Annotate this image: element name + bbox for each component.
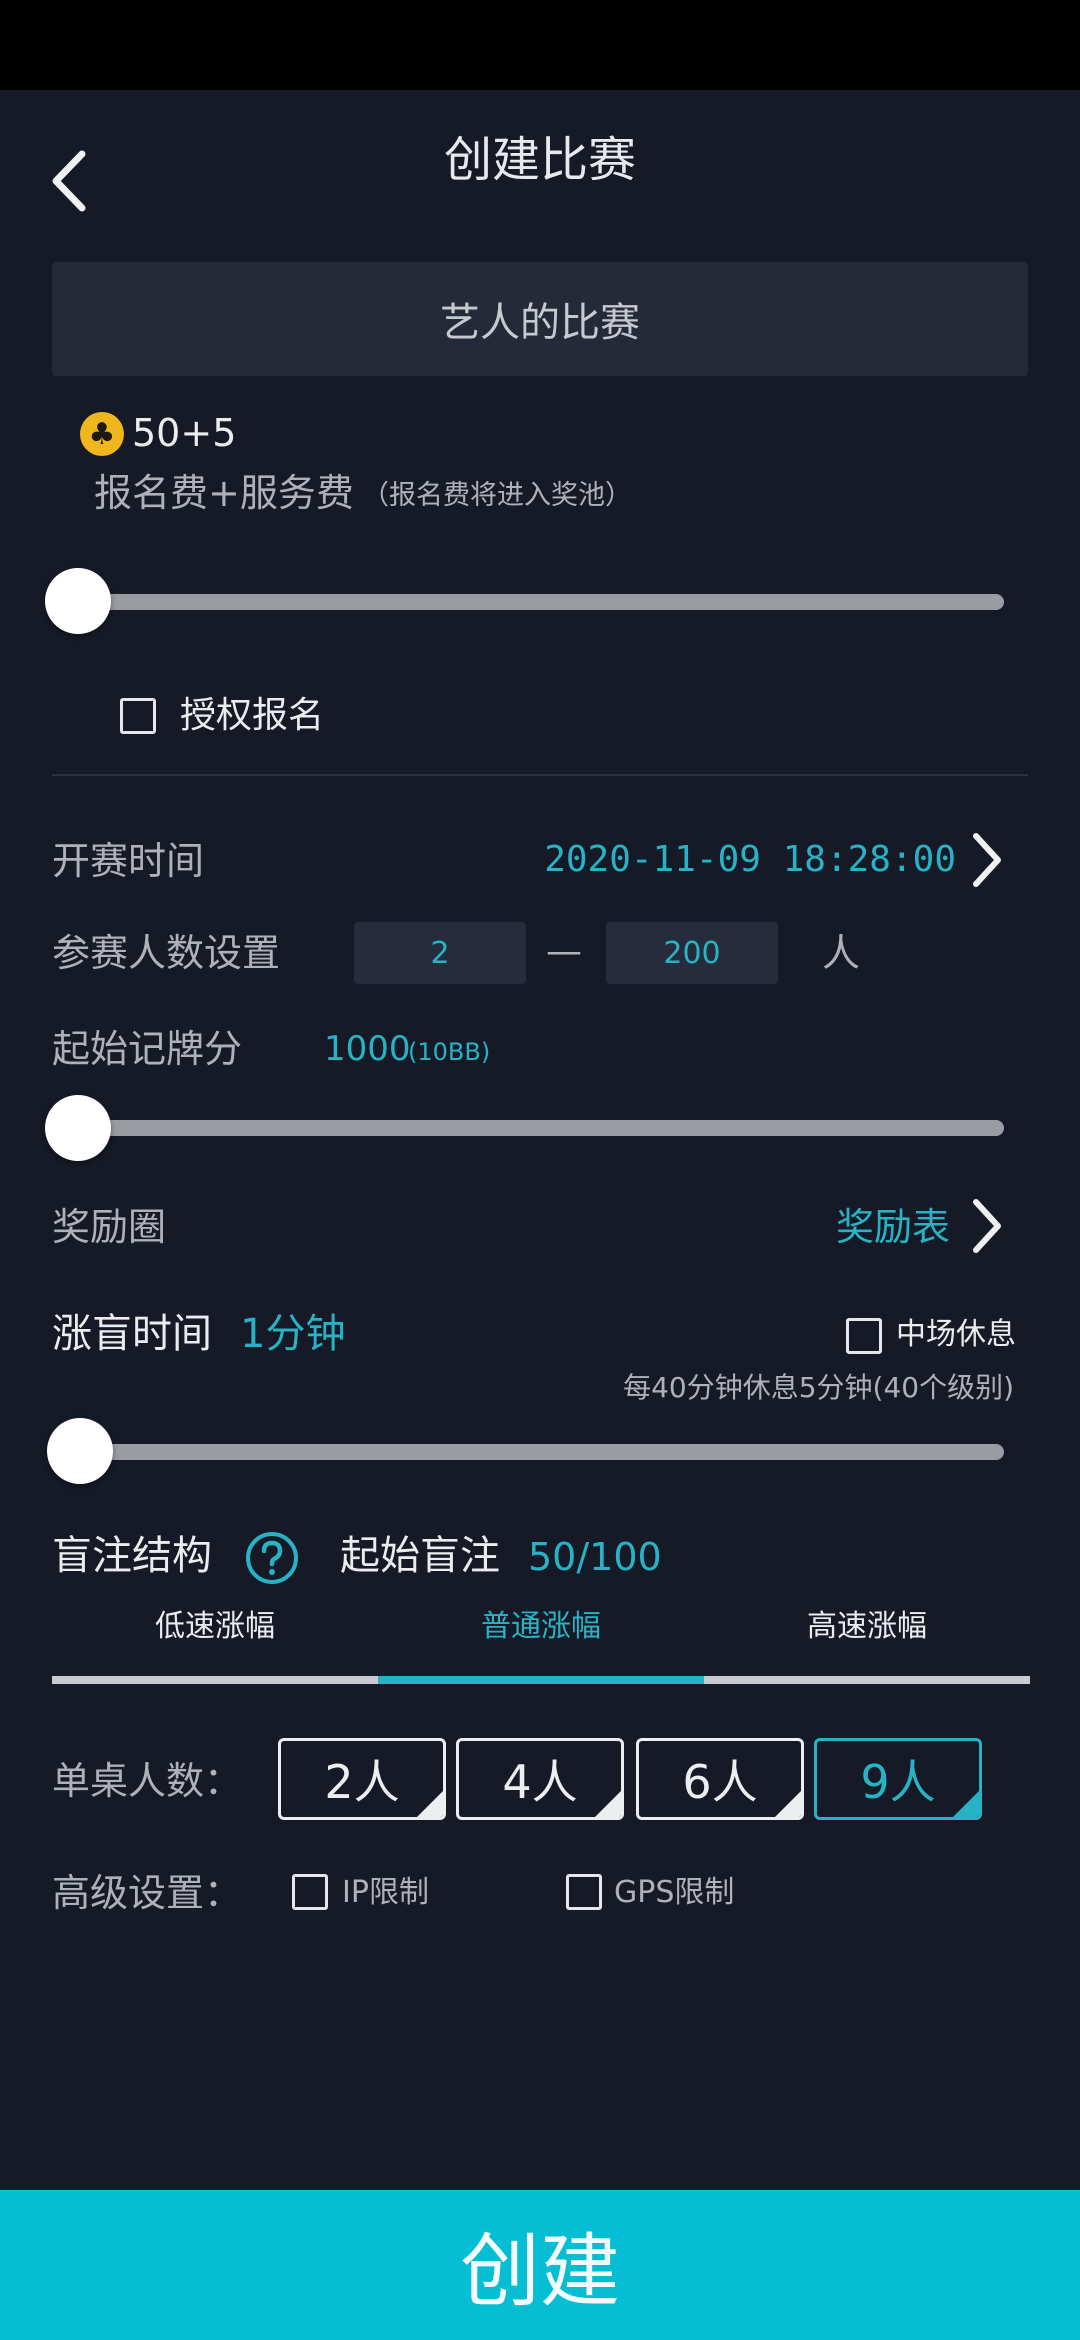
page-title: 创建比赛 xyxy=(443,132,636,188)
start-time-value[interactable]: 2020-11-09 18:28:00 xyxy=(544,842,956,878)
tab-slow-increase[interactable]: 低速涨幅 xyxy=(52,1612,378,1642)
starting-chips-slider-track[interactable] xyxy=(78,1120,1004,1136)
players-range-separator: — xyxy=(546,931,582,972)
section-divider xyxy=(52,774,1028,776)
player-count-label: 参赛人数设置 xyxy=(52,931,281,975)
authorized-signup-checkbox[interactable] xyxy=(120,698,156,734)
help-icon[interactable] xyxy=(244,1530,300,1586)
blind-time-slider-track[interactable] xyxy=(78,1444,1004,1460)
tab-fast-increase[interactable]: 高速涨幅 xyxy=(704,1612,1030,1642)
seat-option-label: 6人 xyxy=(682,1755,758,1809)
ip-limit-checkbox[interactable] xyxy=(292,1874,328,1910)
gps-limit-checkbox[interactable] xyxy=(566,1874,602,1910)
starting-chips-label: 起始记牌分 xyxy=(52,1027,243,1071)
break-checkbox[interactable] xyxy=(846,1318,882,1354)
ip-limit-label: IP限制 xyxy=(342,1875,429,1910)
entry-fee-label: 报名费+服务费 xyxy=(94,471,354,515)
start-time-chevron-icon[interactable] xyxy=(966,830,1006,890)
start-blind-label: 起始盲注 xyxy=(340,1533,500,1579)
start-time-label: 开赛时间 xyxy=(52,839,205,883)
advanced-settings-label: 高级设置： xyxy=(52,1871,243,1915)
seat-option-4[interactable]: 4人 xyxy=(456,1738,624,1820)
club-coin-icon: ♣ xyxy=(80,412,124,456)
tab-slow-underline xyxy=(52,1676,378,1684)
players-unit: 人 xyxy=(822,931,861,975)
entry-fee-amount: 50+5 xyxy=(132,411,237,455)
starting-chips-slider-thumb[interactable] xyxy=(45,1095,111,1161)
blind-time-label: 涨盲时间 xyxy=(52,1311,212,1357)
entry-fee-note: （报名费将进入奖池） xyxy=(362,480,632,511)
gps-limit-label: GPS限制 xyxy=(614,1875,735,1910)
break-label: 中场休息 xyxy=(896,1317,1016,1352)
create-button-label: 创建 xyxy=(460,2225,620,2318)
create-button[interactable]: 创建 xyxy=(0,2190,1080,2340)
starting-chips-bb: (10BB) xyxy=(408,1038,491,1066)
entry-fee-slider-track[interactable] xyxy=(78,594,1004,610)
seat-option-6[interactable]: 6人 xyxy=(636,1738,804,1820)
bubble-label: 奖励圈 xyxy=(52,1205,167,1249)
reward-table-chevron-icon[interactable] xyxy=(966,1196,1006,1256)
blind-time-value: 1分钟 xyxy=(240,1311,346,1357)
seat-option-label: 4人 xyxy=(502,1755,578,1809)
tab-normal-increase[interactable]: 普通涨幅 xyxy=(378,1612,704,1642)
seat-option-label: 9人 xyxy=(860,1755,936,1809)
blind-structure-label: 盲注结构 xyxy=(52,1533,212,1579)
start-blind-value: 50/100 xyxy=(528,1535,662,1579)
seats-label: 单桌人数： xyxy=(52,1759,243,1803)
tab-fast-underline xyxy=(704,1676,1030,1684)
authorized-signup-label: 授权报名 xyxy=(180,695,325,736)
max-players-input[interactable]: 200 xyxy=(606,922,778,984)
break-note: 每40分钟休息5分钟(40个级别) xyxy=(623,1371,1014,1404)
entry-fee-slider-thumb[interactable] xyxy=(45,568,111,634)
starting-chips-value: 1000 xyxy=(324,1029,411,1069)
match-name-input[interactable]: 艺人的比赛 xyxy=(52,262,1028,376)
seat-option-2[interactable]: 2人 xyxy=(278,1738,446,1820)
status-bar xyxy=(0,0,1080,90)
reward-table-link[interactable]: 奖励表 xyxy=(836,1208,950,1246)
seat-option-label: 2人 xyxy=(324,1755,400,1809)
seat-option-9-selected[interactable]: 9人 xyxy=(814,1738,982,1820)
tab-normal-underline-active xyxy=(378,1676,704,1684)
min-players-input[interactable]: 2 xyxy=(354,922,526,984)
blind-time-slider-thumb[interactable] xyxy=(47,1418,113,1484)
